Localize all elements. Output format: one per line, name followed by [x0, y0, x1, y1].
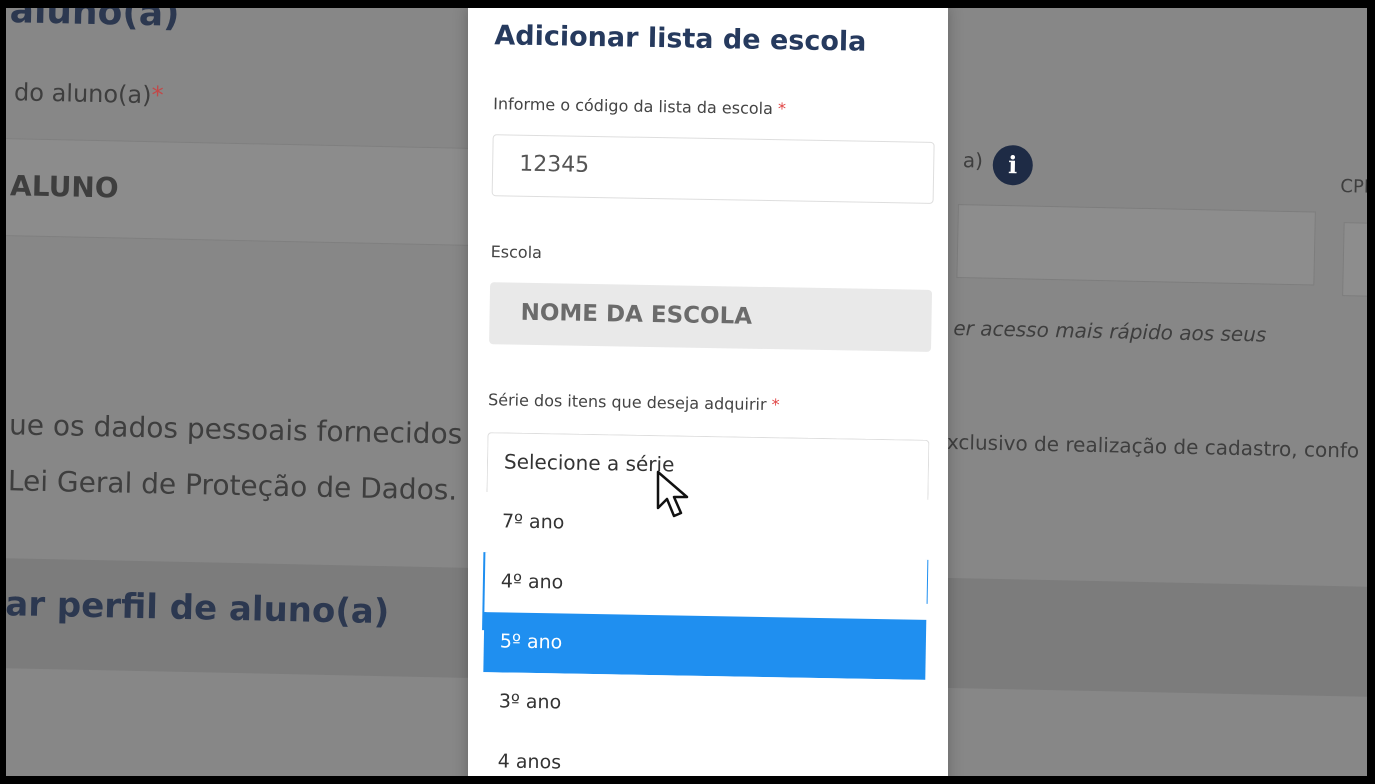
grade-option-selected[interactable]: 5º ano	[483, 612, 927, 680]
student-name-input[interactable]: ALUNO	[6, 138, 502, 247]
school-name-field: NOME DA ESCOLA	[489, 282, 933, 352]
cpf-label: CPF	[1340, 176, 1367, 198]
screen-frame: aluno(a) do aluno(a)* ALUNO a) i CPF 0 e…	[6, 8, 1367, 776]
hint-text: er acesso mais rápido aos seus	[953, 315, 1267, 347]
student-name-label: do aluno(a)*	[13, 78, 164, 110]
page-title: aluno(a)	[9, 8, 181, 35]
field-label: a)	[962, 148, 984, 173]
consent-text-right: xclusivo de realização de cadastro, conf…	[946, 429, 1360, 463]
grade-option[interactable]: 7º ano	[485, 492, 929, 560]
grade-option[interactable]: 4º ano	[484, 552, 928, 620]
modal-title: Adicionar lista de escola	[494, 20, 867, 58]
cpf-input[interactable]: 0	[1342, 222, 1367, 298]
grade-select[interactable]: Selecione a série	[486, 432, 930, 500]
grade-options-list: 7º ano 4º ano 5º ano 3º ano 4 anos	[481, 492, 929, 776]
background-input[interactable]	[956, 204, 1316, 286]
consent-text-line2: Lei Geral de Proteção de Dados.	[7, 464, 458, 507]
school-code-label: Informe o código da lista da escola *	[493, 94, 787, 119]
school-code-input[interactable]: 12345	[491, 134, 935, 204]
grade-label: Série dos itens que deseja adquirir *	[487, 390, 780, 415]
info-icon[interactable]: i	[992, 144, 1034, 186]
consent-text-line1: ue os dados pessoais fornecidos	[8, 408, 463, 451]
arrow-cursor-icon	[656, 470, 689, 518]
grade-option[interactable]: 4 anos	[481, 732, 925, 776]
section-title: ar perfil de aluno(a)	[6, 584, 390, 633]
school-label: Escola	[490, 242, 543, 263]
grade-option[interactable]: 3º ano	[482, 672, 926, 740]
add-school-list-modal: Adicionar lista de escola Informe o códi…	[468, 8, 948, 776]
